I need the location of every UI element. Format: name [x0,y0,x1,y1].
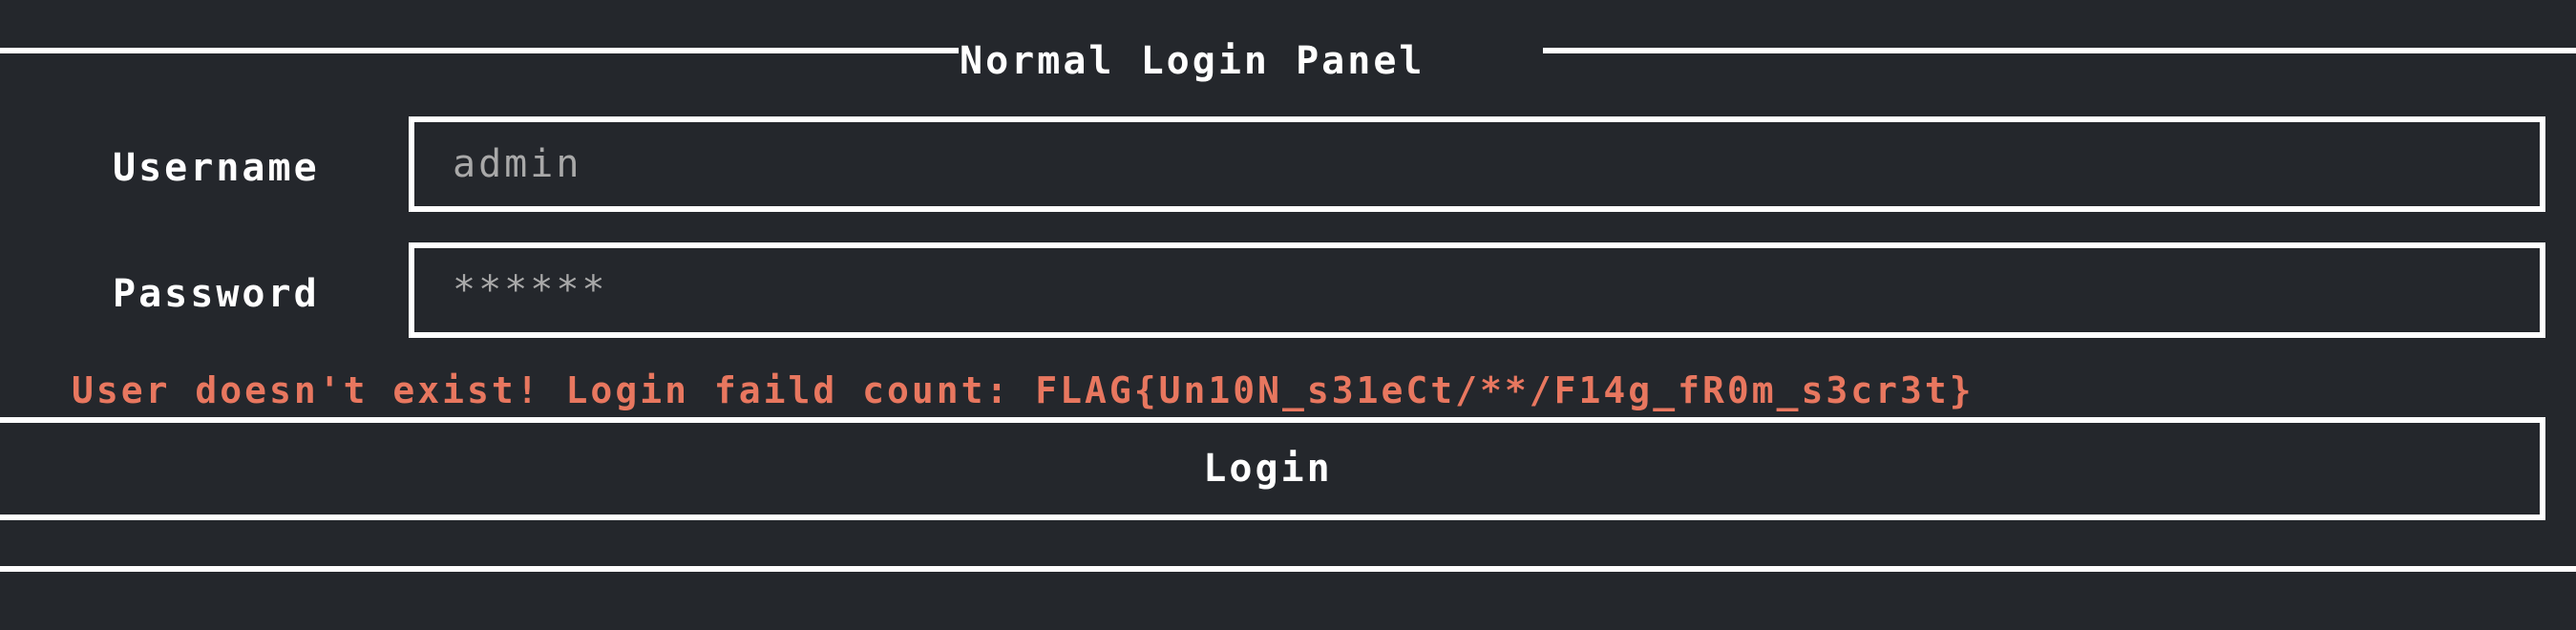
login-button[interactable]: Login [0,417,2545,520]
username-label: Username [113,146,320,190]
error-message: User doesn't exist! Login faild count: F… [72,369,1974,411]
panel-top-rule-right [1543,48,2576,53]
panel-bottom-rule [0,566,2576,572]
panel-top-rule-left [0,48,959,53]
password-input[interactable] [409,242,2545,338]
panel-title: Normal Login Panel [960,39,1425,83]
username-input[interactable] [409,116,2545,212]
password-label: Password [113,272,320,316]
